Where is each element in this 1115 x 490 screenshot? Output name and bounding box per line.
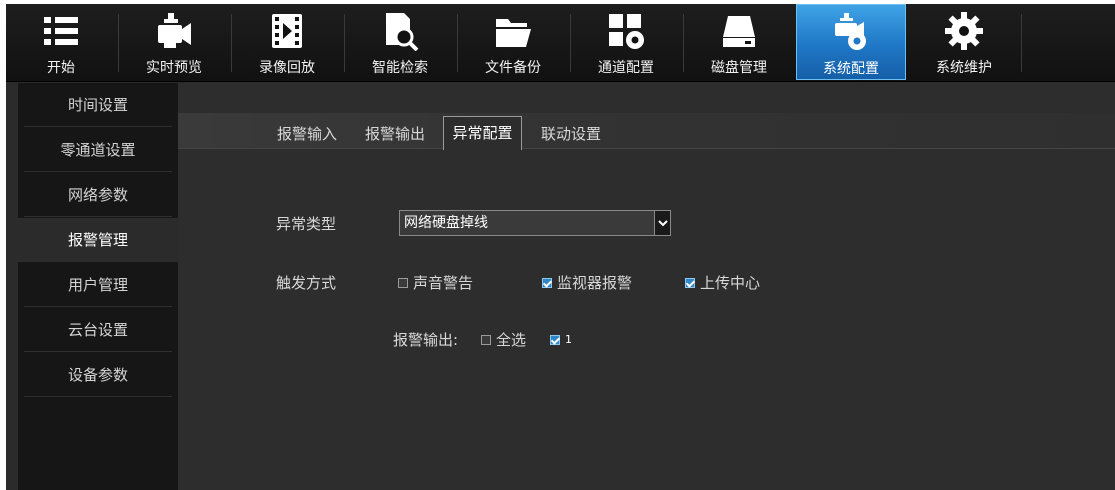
toolbar-start-label: 开始: [47, 60, 75, 76]
trigger-method-label: 触发方式: [276, 274, 337, 292]
toolbar-start-button[interactable]: 开始: [6, 4, 116, 80]
select-all-checkbox[interactable]: [481, 335, 491, 345]
toolbar-disk-management-button[interactable]: 磁盘管理: [684, 4, 794, 80]
channel-config-icon: [609, 14, 644, 49]
sidebar-divider: [24, 351, 172, 352]
toolbar-smart-search-button[interactable]: 智能检索: [345, 4, 455, 80]
folder-icon: [496, 19, 531, 47]
sidebar-divider: [24, 171, 172, 172]
film-icon: [272, 14, 302, 48]
exception-type-label: 异常类型: [276, 215, 337, 233]
sidebar: 时间设置 零通道设置 网络参数 报警管理 用户管理 云台设置 设备参数: [18, 83, 178, 490]
toolbar-playback-label: 录像回放: [259, 60, 315, 76]
tab-bar: 报警输入 报警输出 异常配置 联动设置: [178, 113, 1115, 150]
toolbar-playback-button[interactable]: 录像回放: [232, 4, 342, 80]
toolbar-channel-config-button[interactable]: 通道配置: [571, 4, 681, 80]
toolbar-system-config-button[interactable]: 系统配置: [796, 4, 906, 80]
alarm-output-1-checkbox[interactable]: [550, 335, 560, 345]
search-document-icon: [386, 13, 419, 51]
sidebar-item-ptz-settings[interactable]: 云台设置: [18, 308, 178, 352]
sidebar-item-user-management[interactable]: 用户管理: [18, 263, 178, 307]
toolbar-smart-search-label: 智能检索: [372, 60, 428, 76]
sidebar-item-label: 用户管理: [67, 276, 128, 294]
sidebar-item-network[interactable]: 网络参数: [18, 173, 178, 217]
sidebar-item-zero-channel[interactable]: 零通道设置: [18, 128, 178, 172]
toolbar-file-backup-button[interactable]: 文件备份: [458, 4, 568, 80]
sidebar-item-label: 报警管理: [67, 231, 128, 249]
select-all-label: 全选: [496, 331, 527, 349]
sidebar-item-label: 零通道设置: [60, 141, 136, 159]
sidebar-item-label: 云台设置: [67, 321, 128, 339]
tab-exception-config[interactable]: 异常配置: [443, 116, 522, 150]
dvr-config-window: 开始 实时预览 录像回放 智能检索 文件备份 通道配置 磁盘管理 系统配置 系统…: [6, 4, 1115, 490]
sidebar-item-alarm-management[interactable]: 报警管理: [18, 218, 178, 262]
toolbar-system-config-label: 系统配置: [823, 61, 879, 77]
upload-center-label: 上传中心: [700, 274, 761, 292]
upload-center-checkbox[interactable]: [685, 278, 695, 288]
toolbar-file-backup-label: 文件备份: [485, 60, 541, 76]
sidebar-divider: [24, 306, 172, 307]
toolbar-live-view-label: 实时预览: [146, 60, 202, 76]
sound-warning-label: 声音警告: [413, 274, 474, 292]
toolbar-disk-management-label: 磁盘管理: [711, 60, 767, 76]
monitor-alarm-label: 监视器报警: [557, 274, 633, 292]
sidebar-divider: [24, 216, 172, 217]
toolbar-channel-config-label: 通道配置: [598, 60, 654, 76]
alarm-output-label: 报警输出:: [393, 331, 459, 349]
main-toolbar: 开始 实时预览 录像回放 智能检索 文件备份 通道配置 磁盘管理 系统配置 系统…: [6, 4, 1115, 82]
list-icon: [44, 17, 78, 45]
sidebar-divider: [24, 396, 172, 397]
tab-alarm-input[interactable]: 报警输入: [270, 119, 344, 149]
disk-icon: [723, 16, 755, 47]
toolbar-system-maintenance-button[interactable]: 系统维护: [909, 4, 1019, 80]
config-panel: 报警输入 报警输出 异常配置 联动设置 异常类型 网络硬盘掉线 触发方式 声音警…: [178, 83, 1115, 490]
toolbar-separator: [1021, 14, 1022, 72]
camera-gear-icon: [835, 13, 866, 50]
toolbar-live-view-button[interactable]: 实时预览: [119, 4, 229, 80]
exception-type-value: 网络硬盘掉线: [404, 215, 488, 231]
sound-warning-checkbox[interactable]: [398, 278, 408, 288]
exception-type-select[interactable]: 网络硬盘掉线: [399, 210, 671, 236]
alarm-output-1-label: 1: [565, 333, 572, 346]
chevron-down-icon[interactable]: [654, 211, 670, 235]
sidebar-item-device-params[interactable]: 设备参数: [18, 353, 178, 397]
gear-icon: [945, 12, 983, 50]
sidebar-item-label: 时间设置: [67, 96, 128, 114]
sidebar-divider: [24, 126, 172, 127]
sidebar-item-time-settings[interactable]: 时间设置: [18, 83, 178, 127]
monitor-alarm-checkbox[interactable]: [542, 278, 552, 288]
tab-linkage-settings[interactable]: 联动设置: [534, 119, 608, 149]
toolbar-system-maintenance-label: 系统维护: [936, 60, 992, 76]
sidebar-item-label: 设备参数: [67, 366, 128, 384]
sidebar-item-label: 网络参数: [67, 186, 128, 204]
tab-alarm-output[interactable]: 报警输出: [358, 119, 432, 149]
camera-icon: [158, 13, 191, 48]
